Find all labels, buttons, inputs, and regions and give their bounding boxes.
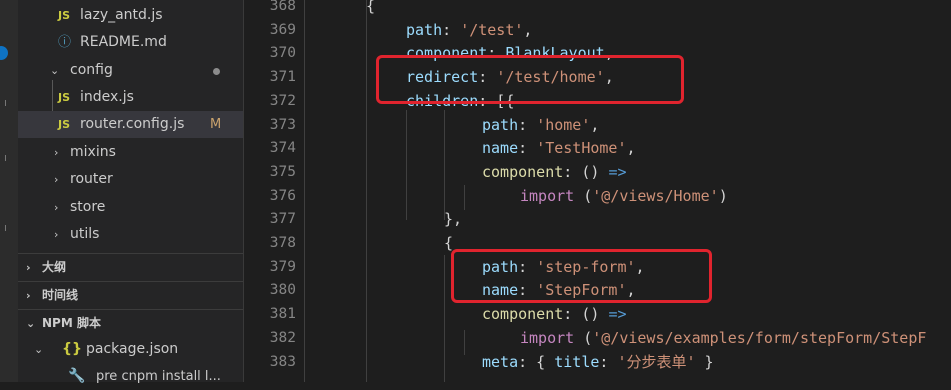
file-label: README.md <box>80 34 167 50</box>
chevron-down-icon: ⌄ <box>50 64 60 77</box>
chevron-right-icon: › <box>54 173 59 186</box>
folder-label: utils <box>70 226 100 242</box>
npm-script-item[interactable]: 🔧 pre cnpm install l... <box>18 363 243 390</box>
section-npm-scripts[interactable]: ⌄ NPM 脚本 <box>18 309 243 337</box>
folder-label: config <box>70 62 113 78</box>
activity-icon[interactable] <box>5 225 12 231</box>
code-line: import ('@/views/examples/form/stepForm/… <box>520 328 927 347</box>
line-number: 379 <box>269 258 296 275</box>
section-outline[interactable]: › 大纲 <box>18 253 243 281</box>
indent-guide <box>406 110 407 220</box>
section-label: 大纲 <box>42 260 67 274</box>
code-line: import ('@/views/Home') <box>520 186 728 205</box>
line-number: 372 <box>269 92 296 109</box>
line-number: 381 <box>269 306 296 323</box>
red-highlight-box <box>376 55 684 104</box>
file-router-config[interactable]: JS router.config.js M <box>18 111 243 138</box>
chevron-down-icon: ⌄ <box>34 343 44 356</box>
folder-label: store <box>70 199 106 215</box>
script-label: pre cnpm install l... <box>96 369 221 384</box>
indent-guide <box>444 255 445 382</box>
code-line: path: '/test', <box>406 20 533 39</box>
folder-utils[interactable]: › utils <box>18 221 243 248</box>
code-line: path: 'home', <box>482 115 600 134</box>
section-label: NPM 脚本 <box>42 316 101 330</box>
js-file-icon: JS <box>58 91 71 104</box>
file-label: lazy_antd.js <box>80 7 163 23</box>
code-line: component: () => <box>482 305 627 324</box>
folder-router[interactable]: › router <box>18 166 243 193</box>
folder-config[interactable]: ⌄ config <box>18 57 243 84</box>
file-label: index.js <box>80 89 134 105</box>
indent-guide <box>366 0 367 382</box>
line-number: 369 <box>269 21 296 38</box>
line-number-gutter: 368 369 370 371 372 373 374 375 376 377 … <box>244 0 300 382</box>
line-number: 374 <box>269 140 296 157</box>
explorer-sidebar: JS lazy_antd.js ⓘ README.md ⌄ config JS … <box>18 0 243 384</box>
chevron-down-icon: ⌄ <box>26 317 36 330</box>
chevron-right-icon: › <box>54 146 59 159</box>
folder-label: mixins <box>70 144 116 160</box>
file-lazy-antd[interactable]: JS lazy_antd.js <box>18 2 243 29</box>
line-number: 378 <box>269 235 296 251</box>
file-index-js[interactable]: JS index.js <box>18 84 243 111</box>
chevron-right-icon: › <box>54 201 59 214</box>
file-readme[interactable]: ⓘ README.md <box>18 29 243 56</box>
file-label: router.config.js <box>80 116 185 132</box>
chevron-right-icon: › <box>54 228 59 241</box>
chevron-right-icon: › <box>26 261 31 274</box>
line-number: 370 <box>269 45 296 62</box>
line-number: 375 <box>269 163 296 180</box>
js-file-icon: JS <box>58 9 71 22</box>
activity-icon[interactable] <box>5 100 12 106</box>
line-number: 383 <box>269 353 296 370</box>
line-number: 376 <box>269 187 296 204</box>
line-number: 371 <box>269 69 296 86</box>
modified-dot-icon <box>213 68 220 75</box>
npm-package-json[interactable]: ⌄ {} package.json <box>18 336 243 363</box>
line-number: 368 <box>269 0 296 14</box>
code-line: { <box>366 0 376 15</box>
code-line: meta: { title: '分步表单' } <box>482 352 714 371</box>
section-timeline[interactable]: › 时间线 <box>18 281 243 309</box>
json-braces-icon: {} <box>62 341 82 357</box>
wrench-icon: 🔧 <box>68 368 86 384</box>
indent-guide <box>464 330 465 355</box>
activity-icon[interactable] <box>5 155 12 161</box>
folder-label: router <box>70 171 113 187</box>
line-number: 373 <box>269 116 296 133</box>
code-line: name: 'TestHome', <box>482 139 636 158</box>
js-file-icon: JS <box>58 118 71 131</box>
code-line: component: () => <box>482 162 627 181</box>
line-number: 382 <box>269 329 296 346</box>
notification-badge <box>0 46 8 60</box>
folder-store[interactable]: › store <box>18 194 243 221</box>
folder-mixins[interactable]: › mixins <box>18 139 243 166</box>
indent-guide <box>464 185 465 210</box>
chevron-right-icon: › <box>26 289 31 302</box>
modified-badge: M <box>210 117 222 132</box>
red-highlight-box <box>451 249 712 303</box>
indent-guide <box>304 0 305 382</box>
line-number: 377 <box>269 211 296 228</box>
indent-guide <box>444 110 445 220</box>
info-icon: ⓘ <box>58 35 72 50</box>
line-number: 380 <box>269 282 296 299</box>
code-line: }, <box>444 210 463 229</box>
section-label: 时间线 <box>42 288 79 302</box>
package-label: package.json <box>86 341 179 357</box>
activity-bar <box>0 0 18 382</box>
